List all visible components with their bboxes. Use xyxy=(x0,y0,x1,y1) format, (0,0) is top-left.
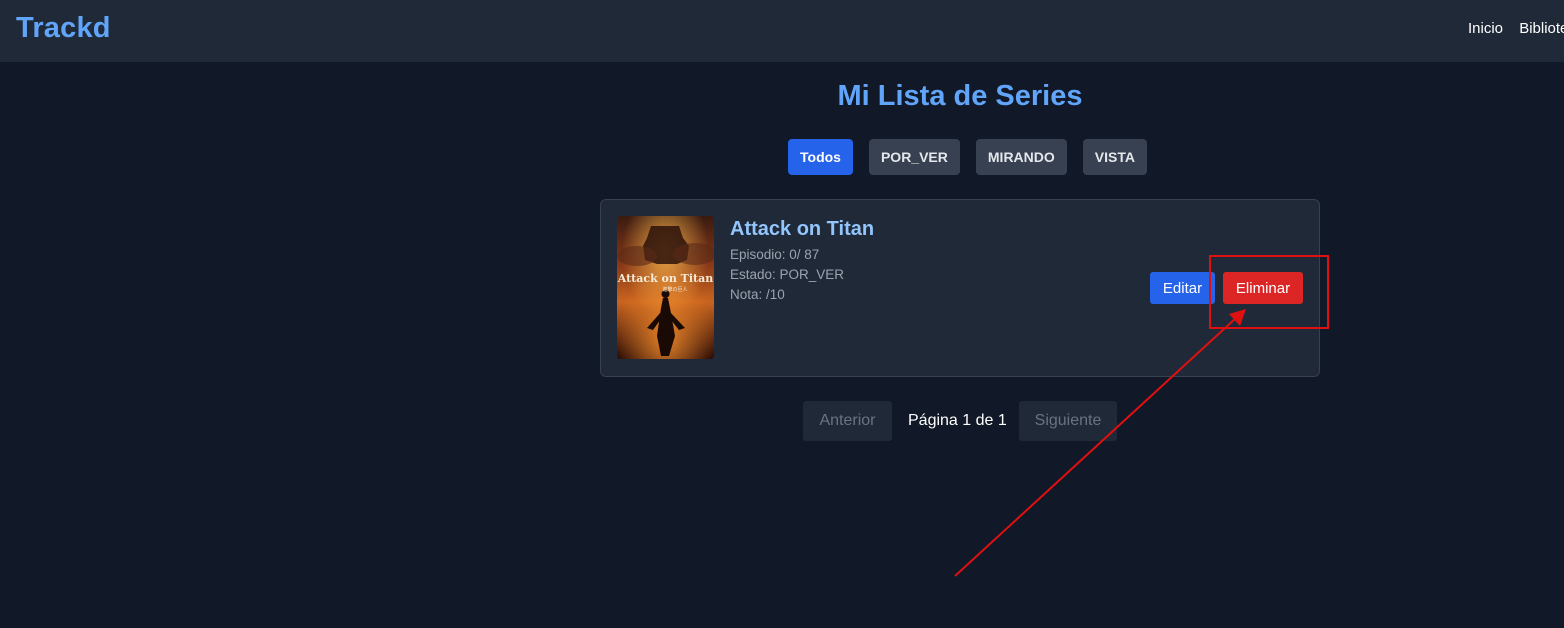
filter-vista-button[interactable]: VISTA xyxy=(1082,139,1147,175)
status-filter-bar: Todos POR_VER MIRANDO VISTA xyxy=(788,139,1147,175)
delete-series-button[interactable]: Eliminar xyxy=(1223,272,1303,304)
series-episode-text: Episodio: 0/ 87 xyxy=(730,247,820,262)
series-status-text: Estado: POR_VER xyxy=(730,267,845,282)
edit-series-button[interactable]: Editar xyxy=(1150,272,1215,304)
main-nav: Inicio Biblioteca xyxy=(1468,20,1564,37)
filter-todos-button[interactable]: Todos xyxy=(788,139,853,175)
series-card: Attack on Titan 進撃の巨人 Attack on Titan Ep… xyxy=(600,199,1320,377)
brand-logo[interactable]: Trackd xyxy=(16,12,111,45)
series-info: Attack on Titan Episodio: 0/ 87 Estado: … xyxy=(730,218,874,305)
poster-title-text: Attack on Titan xyxy=(617,272,713,285)
filter-mirando-button[interactable]: MIRANDO xyxy=(975,139,1067,175)
top-navbar: Trackd Inicio Biblioteca xyxy=(0,0,1564,62)
poster-subtitle-text: 進撃の巨人 xyxy=(662,286,687,293)
series-title[interactable]: Attack on Titan xyxy=(730,218,874,241)
series-poster-image: Attack on Titan 進撃の巨人 xyxy=(617,216,714,359)
pagination-next-button[interactable]: Siguiente xyxy=(1019,401,1117,441)
series-rating-text: Nota: /10 xyxy=(730,287,785,302)
pagination-info: Página 1 de 1 xyxy=(908,412,1007,429)
nav-link-biblioteca[interactable]: Biblioteca xyxy=(1519,20,1564,37)
page-title: Mi Lista de Series xyxy=(837,80,1083,112)
nav-link-inicio[interactable]: Inicio xyxy=(1468,20,1503,37)
filter-por-ver-button[interactable]: POR_VER xyxy=(868,139,960,175)
pagination-previous-button[interactable]: Anterior xyxy=(803,401,892,441)
